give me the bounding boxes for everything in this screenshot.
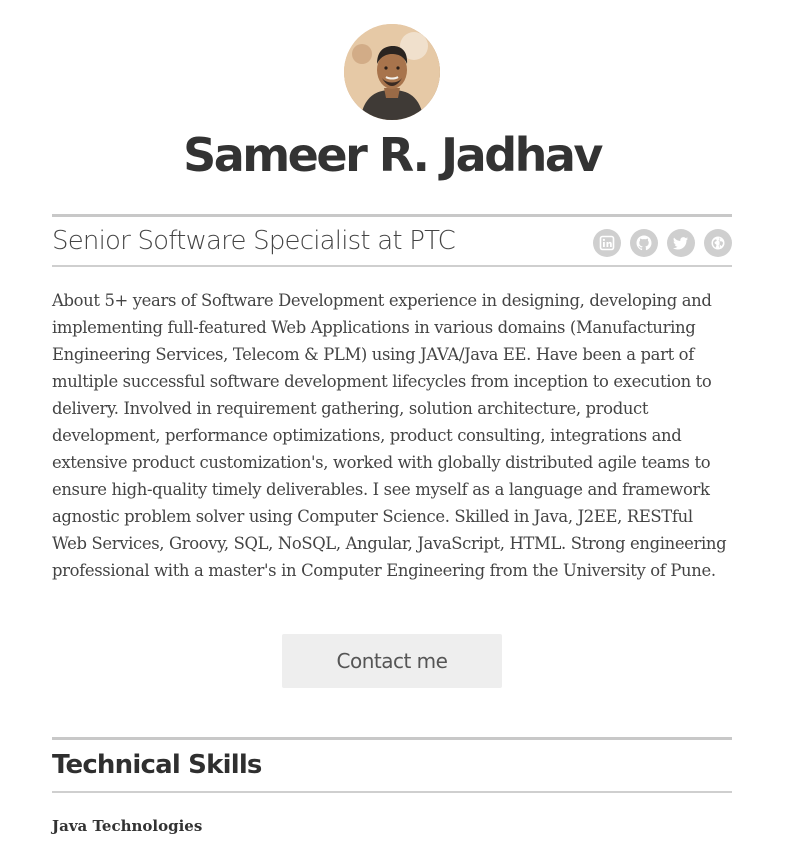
- github-icon: [636, 235, 652, 251]
- globe-icon: [711, 236, 725, 250]
- header-top-divider: [52, 214, 732, 217]
- contact-me-button[interactable]: Contact me: [282, 634, 502, 688]
- avatar-portrait: [344, 24, 440, 120]
- job-title: Senior Software Specialist at PTC: [52, 226, 456, 256]
- java-technologies-heading: Java Technologies: [52, 817, 203, 835]
- social-links: [593, 229, 732, 257]
- linkedin-icon: [599, 235, 615, 251]
- profile-name: Sameer R. Jadhav: [183, 128, 603, 182]
- profile-avatar: [344, 24, 440, 120]
- website-link[interactable]: [704, 229, 732, 257]
- github-link[interactable]: [630, 229, 658, 257]
- header-bottom-divider: [52, 265, 732, 267]
- profile-summary: About 5+ years of Software Development e…: [52, 291, 727, 580]
- twitter-link[interactable]: [667, 229, 695, 257]
- skills-top-divider: [52, 737, 732, 740]
- linkedin-link[interactable]: [593, 229, 621, 257]
- technical-skills-heading: Technical Skills: [52, 750, 262, 780]
- twitter-icon: [673, 237, 688, 250]
- skills-bottom-divider: [52, 791, 732, 793]
